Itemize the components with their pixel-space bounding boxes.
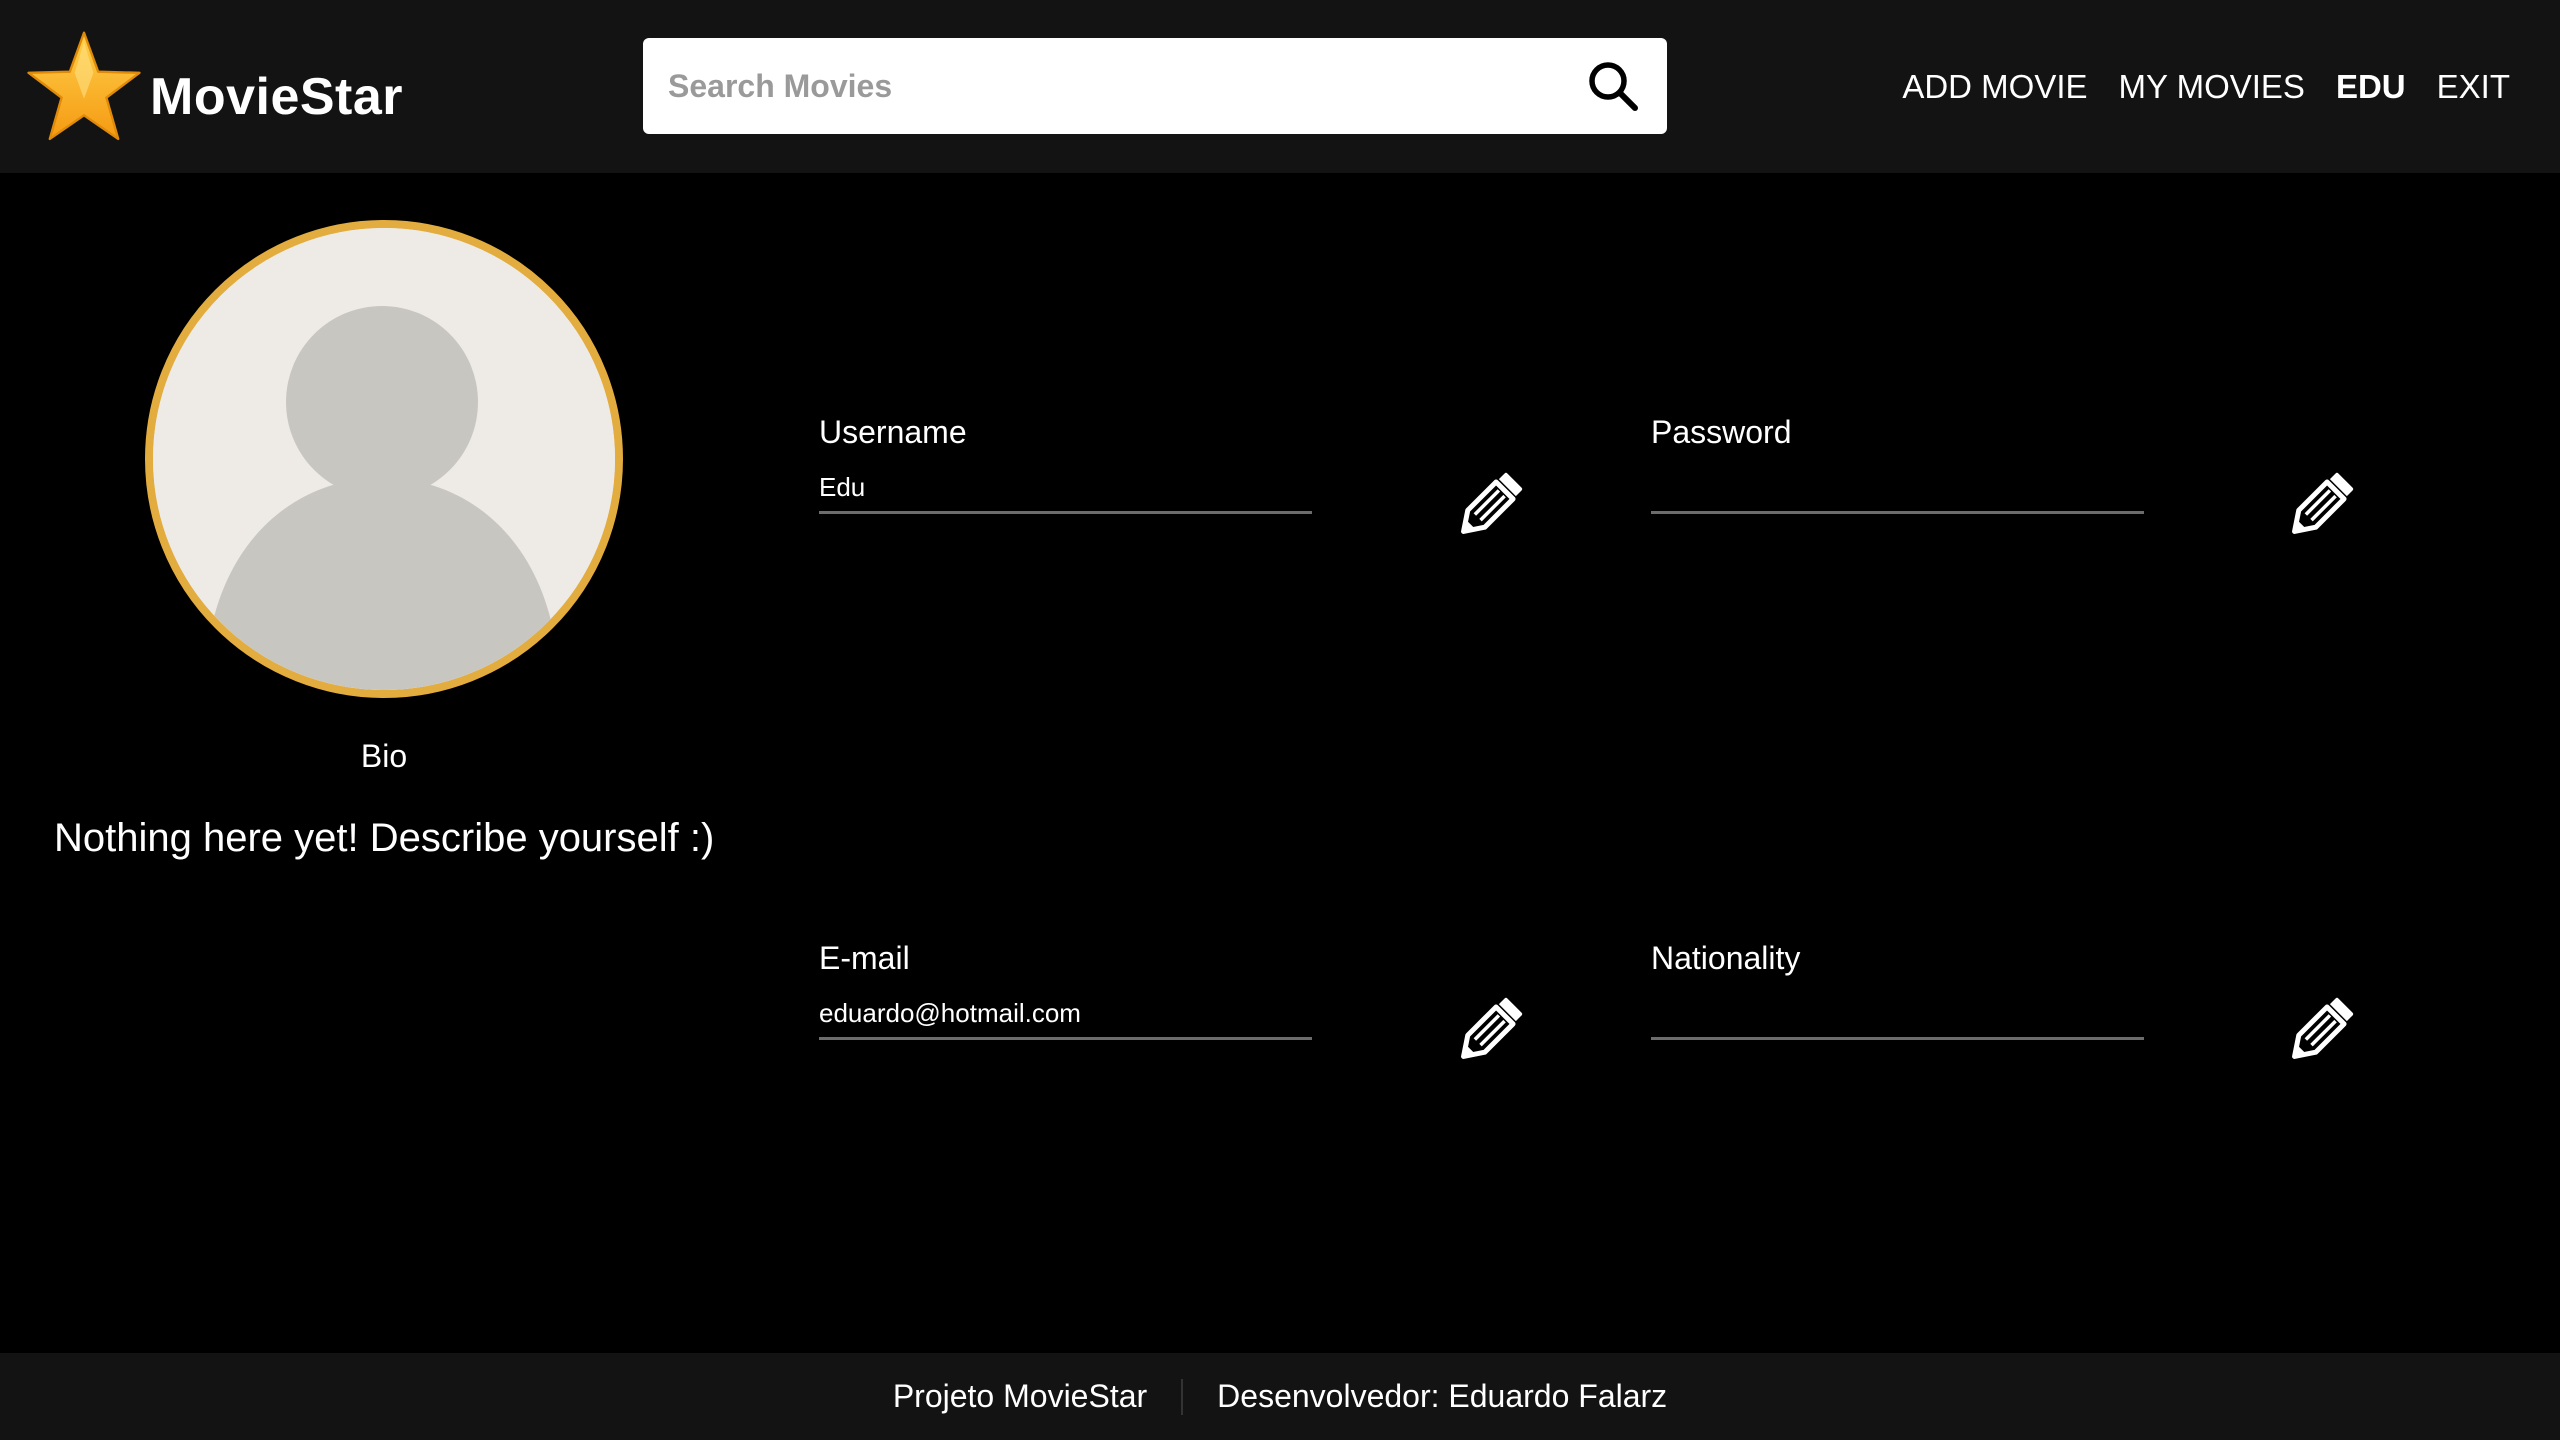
nav-my-movies[interactable]: MY MOVIES bbox=[2119, 62, 2305, 112]
bio-label: Bio bbox=[360, 738, 408, 774]
page-footer: Projeto MovieStar Desenvolvedor: Eduardo… bbox=[0, 1353, 2560, 1440]
pencil-icon bbox=[2292, 472, 2354, 534]
email-label: E-mail bbox=[819, 940, 910, 976]
nationality-label: Nationality bbox=[1651, 940, 1801, 976]
search-form bbox=[643, 38, 1667, 134]
footer-divider bbox=[1181, 1378, 1184, 1415]
pencil-icon bbox=[2292, 997, 2354, 1059]
star-logo-icon bbox=[27, 31, 141, 141]
edit-nationality-button[interactable] bbox=[2282, 993, 2358, 1069]
profile-avatar[interactable] bbox=[145, 220, 623, 698]
pencil-icon bbox=[1461, 472, 1523, 534]
search-button[interactable] bbox=[1585, 58, 1641, 114]
bio-text[interactable]: Nothing here yet! Describe yourself :) bbox=[54, 816, 734, 861]
nationality-field[interactable] bbox=[1651, 990, 2144, 1040]
brand-name: MovieStar bbox=[150, 68, 404, 126]
edit-email-button[interactable] bbox=[1451, 993, 1527, 1069]
brand-logo-link[interactable]: MovieStar bbox=[24, 28, 403, 146]
password-label: Password bbox=[1651, 414, 1792, 450]
footer-project: Projeto MovieStar bbox=[892, 1378, 1148, 1414]
main-nav: ADD MOVIE MY MOVIES EDU EXIT bbox=[1902, 62, 2510, 112]
email-field[interactable] bbox=[819, 990, 1312, 1040]
edit-password-button[interactable] bbox=[2282, 468, 2358, 544]
search-icon bbox=[1589, 62, 1638, 111]
nav-user-profile[interactable]: EDU bbox=[2336, 62, 2406, 112]
pencil-icon bbox=[1461, 997, 1523, 1059]
user-placeholder-icon bbox=[153, 228, 615, 690]
username-label: Username bbox=[819, 414, 967, 450]
nav-add-movie[interactable]: ADD MOVIE bbox=[1902, 62, 2087, 112]
password-field[interactable] bbox=[1651, 464, 2144, 514]
username-field[interactable] bbox=[819, 464, 1312, 514]
top-navbar: MovieStar ADD MOVIE MY MOVIES EDU EXIT bbox=[0, 0, 2560, 173]
edit-username-button[interactable] bbox=[1451, 468, 1527, 544]
footer-developer: Desenvolvedor: Eduardo Falarz bbox=[1217, 1378, 1668, 1414]
nav-exit[interactable]: EXIT bbox=[2437, 62, 2510, 112]
search-input[interactable] bbox=[643, 38, 1563, 134]
